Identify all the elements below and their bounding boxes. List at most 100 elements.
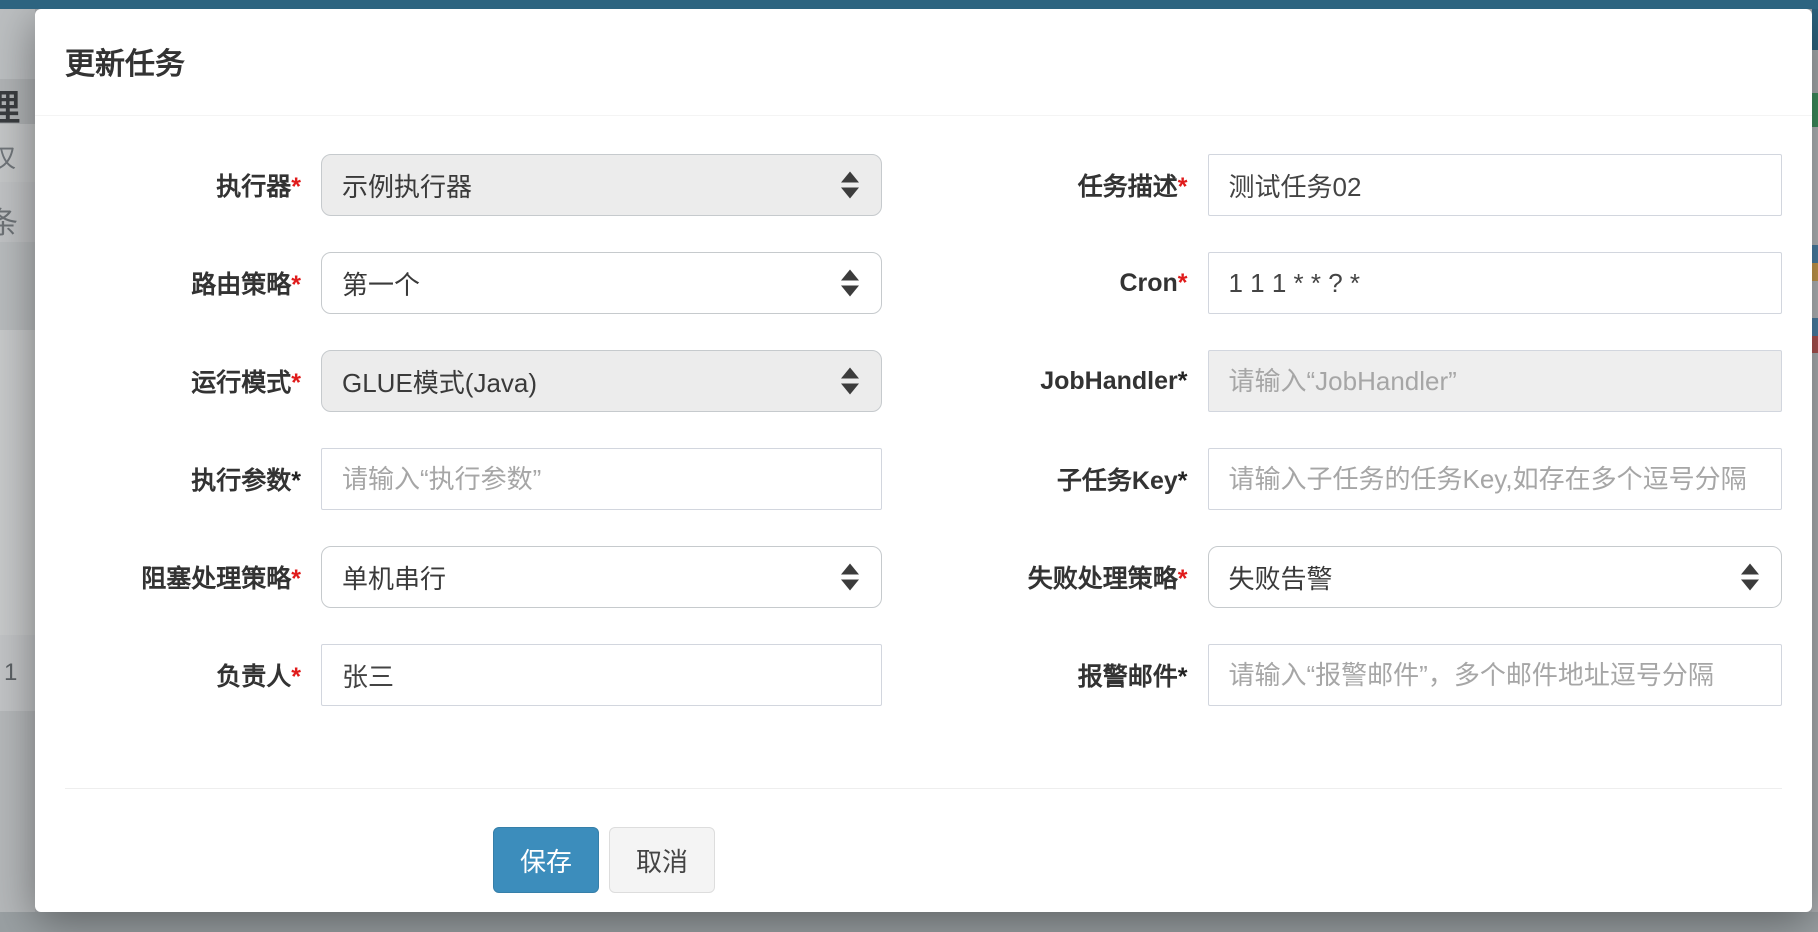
modal-body: 执行器* 示例执行器 任务描述*: [35, 116, 1812, 893]
glue-type-select-value: GLUE模式(Java): [342, 363, 537, 400]
select-caret-icon: [841, 172, 859, 199]
update-job-modal: 更新任务 执行器* 示例执行器 任务描述*: [35, 9, 1812, 912]
required-asterisk: *: [1178, 173, 1188, 201]
field-glue-type: 运行模式* GLUE模式(Java): [65, 350, 924, 412]
required-asterisk: *: [1178, 467, 1188, 495]
executor-label-text: 执行器: [216, 173, 291, 201]
select-caret-icon: [841, 368, 859, 395]
background-band: [0, 9, 35, 79]
alarm-email-input[interactable]: [1208, 644, 1783, 706]
cron-label-text: Cron: [1119, 269, 1177, 297]
required-asterisk: *: [1178, 565, 1188, 593]
cron-input[interactable]: [1208, 252, 1783, 314]
job-handler-label: JobHandler*: [952, 367, 1208, 396]
fail-strategy-label-text: 失败处理策略: [1028, 565, 1178, 593]
background-band: 理: [0, 79, 35, 124]
alarm-email-label-text: 报警邮件: [1078, 663, 1178, 691]
cron-label: Cron*: [952, 269, 1208, 298]
route-strategy-select[interactable]: 第一个: [321, 252, 882, 314]
child-jobkey-label: 子任务Key*: [952, 461, 1208, 497]
background-band: [0, 330, 35, 635]
background-page-left-sliver: 理 仅 条 1: [0, 9, 35, 912]
block-strategy-label: 阻塞处理策略*: [65, 559, 321, 595]
background-orange-button-fragment: [1812, 263, 1818, 281]
executor-param-label: 执行参数*: [65, 461, 321, 497]
fail-strategy-select[interactable]: 失败告警: [1208, 546, 1783, 608]
background-band: 仅: [0, 124, 35, 182]
modal-button-row: 保存 取消: [65, 827, 1782, 893]
select-caret-icon: [1741, 564, 1759, 591]
child-jobkey-input[interactable]: [1208, 448, 1783, 510]
required-asterisk: *: [291, 369, 301, 397]
block-strategy-label-text: 阻塞处理策略: [141, 565, 291, 593]
executor-param-label-text: 执行参数: [191, 467, 291, 495]
author-label: 负责人*: [65, 657, 321, 693]
executor-label: 执行器*: [65, 167, 321, 203]
background-blue-button-fragment: [1812, 318, 1818, 336]
field-job-desc: 任务描述*: [924, 154, 1783, 216]
route-strategy-label: 路由策略*: [65, 265, 321, 301]
executor-param-input[interactable]: [321, 448, 882, 510]
background-green-button-fragment: [1812, 93, 1818, 127]
background-navbar: [0, 0, 1818, 9]
glue-type-select[interactable]: GLUE模式(Java): [321, 350, 882, 412]
alarm-email-label: 报警邮件*: [952, 657, 1208, 693]
background-text-fragment: 1: [4, 659, 17, 687]
job-desc-label-text: 任务描述: [1078, 173, 1178, 201]
background-band: [1812, 353, 1818, 932]
update-job-form: 执行器* 示例执行器 任务描述*: [65, 154, 1782, 742]
field-job-handler: JobHandler*: [924, 350, 1783, 412]
select-caret-icon: [841, 564, 859, 591]
cancel-button[interactable]: 取消: [609, 827, 715, 893]
background-band: [1812, 50, 1818, 93]
child-jobkey-label-text: 子任务Key: [1057, 467, 1178, 495]
glue-type-label: 运行模式*: [65, 363, 321, 399]
glue-type-label-text: 运行模式: [191, 369, 291, 397]
block-strategy-select-value: 单机串行: [342, 559, 446, 596]
field-alarm-email: 报警邮件*: [924, 644, 1783, 706]
background-text-fragment: 条: [0, 198, 18, 242]
background-band: [1812, 281, 1818, 318]
field-block-strategy: 阻塞处理策略* 单机串行: [65, 546, 924, 608]
job-handler-input[interactable]: [1208, 350, 1783, 412]
executor-select-value: 示例执行器: [342, 167, 472, 204]
background-band: [1812, 127, 1818, 245]
job-desc-input[interactable]: [1208, 154, 1783, 216]
job-handler-label-text: JobHandler: [1040, 367, 1178, 395]
select-caret-icon: [841, 270, 859, 297]
field-cron: Cron*: [924, 252, 1783, 314]
fail-strategy-label: 失败处理策略*: [952, 559, 1208, 595]
background-red-button-fragment: [1812, 336, 1818, 353]
required-asterisk: *: [1178, 269, 1188, 297]
background-page-bottom-sliver: [0, 912, 1818, 932]
background-band: [0, 242, 35, 330]
field-executor: 执行器* 示例执行器: [65, 154, 924, 216]
author-input[interactable]: [321, 644, 882, 706]
field-fail-strategy: 失败处理策略* 失败告警: [924, 546, 1783, 608]
modal-title: 更新任务: [65, 47, 1782, 83]
job-desc-label: 任务描述*: [952, 167, 1208, 203]
background-band: 条: [0, 182, 35, 242]
block-strategy-select[interactable]: 单机串行: [321, 546, 882, 608]
field-executor-param: 执行参数*: [65, 448, 924, 510]
field-route-strategy: 路由策略* 第一个: [65, 252, 924, 314]
required-asterisk: *: [291, 565, 301, 593]
required-asterisk: *: [291, 271, 301, 299]
fail-strategy-select-value: 失败告警: [1229, 559, 1333, 596]
background-band: 1: [0, 635, 35, 711]
required-asterisk: *: [291, 467, 301, 495]
form-footer-divider: [65, 788, 1782, 789]
executor-select[interactable]: 示例执行器: [321, 154, 882, 216]
required-asterisk: *: [291, 663, 301, 691]
required-asterisk: *: [291, 173, 301, 201]
required-asterisk: *: [1178, 663, 1188, 691]
required-asterisk: *: [1178, 367, 1188, 395]
modal-header: 更新任务: [35, 9, 1812, 116]
route-strategy-label-text: 路由策略: [191, 271, 291, 299]
background-page-right-sliver: [1812, 0, 1818, 932]
background-band: [0, 711, 35, 912]
field-author: 负责人*: [65, 644, 924, 706]
background-text-fragment: 仅: [0, 138, 16, 175]
background-text-fragment: 理: [0, 79, 20, 124]
save-button[interactable]: 保存: [493, 827, 599, 893]
